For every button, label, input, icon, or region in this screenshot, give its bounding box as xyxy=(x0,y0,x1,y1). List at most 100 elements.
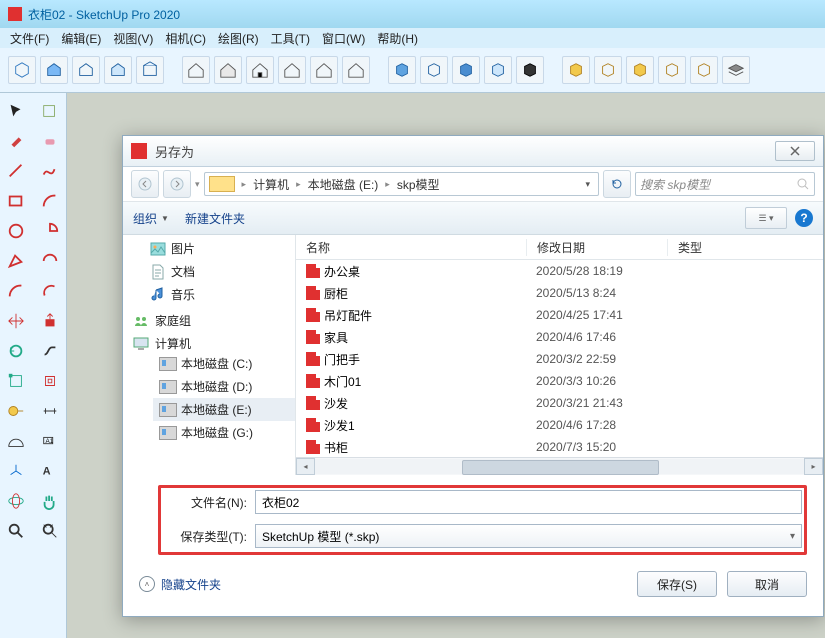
menu-file[interactable]: 文件(F) xyxy=(4,28,55,49)
tbtn-house1[interactable] xyxy=(182,56,210,84)
filetype-dropdown[interactable]: SketchUp 模型 (*.skp) xyxy=(255,524,802,548)
move-tool[interactable] xyxy=(2,307,30,335)
tree-homegroup[interactable]: 家庭组 xyxy=(123,312,295,329)
tree-documents[interactable]: 文档 xyxy=(123,260,295,283)
list-item[interactable]: 书柜2020/7/3 15:20 xyxy=(296,436,823,457)
list-header[interactable]: 名称 修改日期 类型 xyxy=(296,235,823,260)
tbtn-3[interactable] xyxy=(72,56,100,84)
freehand-tool[interactable] xyxy=(36,157,64,185)
paint-tool[interactable] xyxy=(2,127,30,155)
poly-tool[interactable] xyxy=(2,247,30,275)
list-item[interactable]: 木门012020/3/3 10:26 xyxy=(296,370,823,392)
pan-tool[interactable] xyxy=(36,487,64,515)
line-tool[interactable] xyxy=(2,157,30,185)
menu-help[interactable]: 帮助(H) xyxy=(371,28,424,49)
col-type[interactable]: 类型 xyxy=(668,239,823,256)
menu-draw[interactable]: 绘图(R) xyxy=(212,28,265,49)
arc-tool[interactable] xyxy=(36,187,64,215)
list-item[interactable]: 厨柜2020/5/13 8:24 xyxy=(296,282,823,304)
protractor-tool[interactable] xyxy=(2,427,30,455)
list-item[interactable]: 吊灯配件2020/4/25 17:41 xyxy=(296,304,823,326)
organize-menu[interactable]: 组织▼ xyxy=(133,210,169,227)
tbtn-cube3[interactable] xyxy=(452,56,480,84)
dimension-tool[interactable] xyxy=(36,397,64,425)
nav-back-button[interactable] xyxy=(131,170,159,198)
zoom-extents-tool[interactable] xyxy=(36,517,64,545)
list-item[interactable]: 沙发2020/3/21 21:43 xyxy=(296,392,823,414)
new-folder-button[interactable]: 新建文件夹 xyxy=(185,210,245,227)
filename-input[interactable] xyxy=(255,490,802,514)
crumb-drive[interactable]: 本地磁盘 (E:) xyxy=(304,176,383,193)
hide-folders-link[interactable]: ˄ 隐藏文件夹 xyxy=(139,576,221,593)
pushpull-tool[interactable] xyxy=(36,307,64,335)
nav-fwd-button[interactable] xyxy=(163,170,191,198)
text-tool[interactable]: A1 xyxy=(36,427,64,455)
select-tool[interactable] xyxy=(2,97,30,125)
col-name[interactable]: 名称 xyxy=(296,239,527,256)
orbit-tool[interactable] xyxy=(2,487,30,515)
tbtn-house2[interactable] xyxy=(214,56,242,84)
rotate-tool[interactable] xyxy=(2,337,30,365)
tbtn-box3[interactable] xyxy=(626,56,654,84)
tbtn-5[interactable] xyxy=(136,56,164,84)
tree-pictures[interactable]: 图片 xyxy=(123,237,295,260)
folder-tree[interactable]: 图片 文档 音乐 家庭组 计算机 本地磁盘 (C:) 本地磁盘 (D:) 本地磁… xyxy=(123,235,296,475)
tbtn-1[interactable] xyxy=(8,56,36,84)
arc4-tool[interactable] xyxy=(36,277,64,305)
tbtn-cube2[interactable] xyxy=(420,56,448,84)
tbtn-house6[interactable] xyxy=(342,56,370,84)
tbtn-layers[interactable] xyxy=(722,56,750,84)
followme-tool[interactable] xyxy=(36,337,64,365)
refresh-button[interactable] xyxy=(603,170,631,198)
menu-tools[interactable]: 工具(T) xyxy=(265,28,316,49)
tree-music[interactable]: 音乐 xyxy=(123,283,295,306)
horizontal-scrollbar[interactable]: ◂▸ xyxy=(296,457,823,475)
tree-drive-d[interactable]: 本地磁盘 (D:) xyxy=(153,375,295,398)
tbtn-cube1[interactable] xyxy=(388,56,416,84)
tbtn-house3[interactable] xyxy=(246,56,274,84)
tape-tool[interactable] xyxy=(2,397,30,425)
help-button[interactable]: ? xyxy=(795,209,813,227)
breadcrumb[interactable]: ▸ 计算机▸ 本地磁盘 (E:)▸ skp模型 ▾ xyxy=(204,172,599,196)
tree-drive-e[interactable]: 本地磁盘 (E:) xyxy=(153,398,295,421)
close-button[interactable] xyxy=(775,141,815,161)
arc3-tool[interactable] xyxy=(2,277,30,305)
view-mode-button[interactable]: ☰ ▾ xyxy=(745,207,787,229)
tbtn-4[interactable] xyxy=(104,56,132,84)
menu-edit[interactable]: 编辑(E) xyxy=(55,28,107,49)
tree-drive-g[interactable]: 本地磁盘 (G:) xyxy=(153,421,295,444)
tbtn-cube4[interactable] xyxy=(484,56,512,84)
tbtn-house4[interactable] xyxy=(278,56,306,84)
save-button[interactable]: 保存(S) xyxy=(637,571,717,597)
list-item[interactable]: 门把手2020/3/2 22:59 xyxy=(296,348,823,370)
menu-window[interactable]: 窗口(W) xyxy=(316,28,371,49)
zoom-tool[interactable] xyxy=(2,517,30,545)
3dtext-tool[interactable]: A xyxy=(36,457,64,485)
pie-tool[interactable] xyxy=(36,217,64,245)
crumb-computer[interactable]: 计算机 xyxy=(249,176,293,193)
scale-tool[interactable] xyxy=(2,367,30,395)
arc2-tool[interactable] xyxy=(36,247,64,275)
list-item[interactable]: 办公桌2020/5/28 18:19 xyxy=(296,260,823,282)
list-item[interactable]: 沙发12020/4/6 17:28 xyxy=(296,414,823,436)
tbtn-2[interactable] xyxy=(40,56,68,84)
tbtn-house5[interactable] xyxy=(310,56,338,84)
offset-tool[interactable] xyxy=(36,367,64,395)
axes-tool[interactable] xyxy=(2,457,30,485)
tbtn-box5[interactable] xyxy=(690,56,718,84)
menu-camera[interactable]: 相机(C) xyxy=(159,28,212,49)
tbtn-cube5[interactable] xyxy=(516,56,544,84)
menu-view[interactable]: 视图(V) xyxy=(107,28,159,49)
circle-tool[interactable] xyxy=(2,217,30,245)
nav-dropdown-icon[interactable]: ▾ xyxy=(195,179,200,190)
rect-tool[interactable] xyxy=(2,187,30,215)
tree-computer[interactable]: 计算机 xyxy=(123,335,295,352)
component-tool[interactable] xyxy=(36,97,64,125)
crumb-folder[interactable]: skp模型 xyxy=(393,176,444,193)
tbtn-box4[interactable] xyxy=(658,56,686,84)
search-input[interactable]: 搜索 skp模型 xyxy=(635,172,815,196)
list-item[interactable]: 家具2020/4/6 17:46 xyxy=(296,326,823,348)
eraser-tool[interactable] xyxy=(36,127,64,155)
tbtn-box2[interactable] xyxy=(594,56,622,84)
tree-drive-c[interactable]: 本地磁盘 (C:) xyxy=(153,352,295,375)
